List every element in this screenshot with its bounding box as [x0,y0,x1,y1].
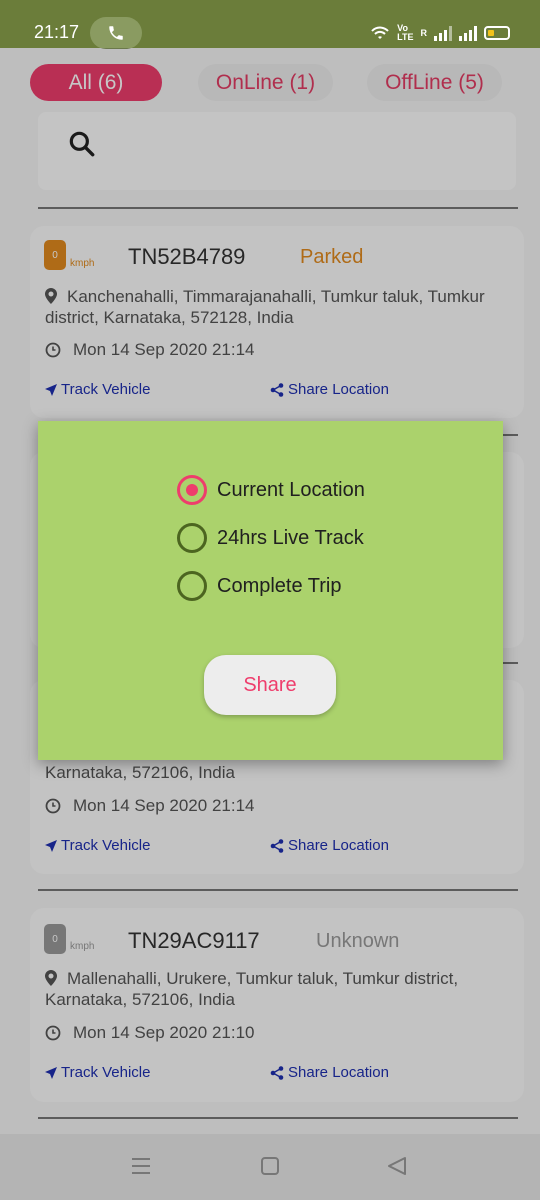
share-button[interactable]: Share [204,655,336,715]
radio-unselected-icon[interactable] [177,571,207,601]
status-time: 21:17 [34,22,80,42]
option-label: Complete Trip [217,574,342,597]
option-label: 24hrs Live Track [217,526,364,549]
ongoing-call-chip[interactable] [90,17,142,49]
signal-bars-2-icon [459,25,477,41]
signal-bars-1-icon [434,25,452,41]
status-icons: Vo LTE R [370,22,510,44]
share-options-dialog: Current Location 24hrs Live Track Comple… [38,421,503,760]
option-complete-trip[interactable]: Complete Trip [177,571,342,601]
menu-icon[interactable] [130,1156,152,1176]
status-bar: 21:17 Vo LTE R [0,0,540,49]
back-icon[interactable] [386,1156,408,1176]
battery-icon [484,26,510,40]
radio-unselected-icon[interactable] [177,523,207,553]
wifi-icon [371,26,389,39]
radio-selected-icon[interactable] [177,475,207,505]
home-icon[interactable] [259,1156,281,1176]
system-nav-bar [0,1134,540,1200]
option-24hrs-live-track[interactable]: 24hrs Live Track [177,523,364,553]
volte-indicator: Vo LTE [397,23,414,42]
roaming-indicator: R [420,27,428,38]
option-label: Current Location [217,478,365,501]
phone-icon [109,26,123,40]
option-current-location[interactable]: Current Location [177,475,365,505]
